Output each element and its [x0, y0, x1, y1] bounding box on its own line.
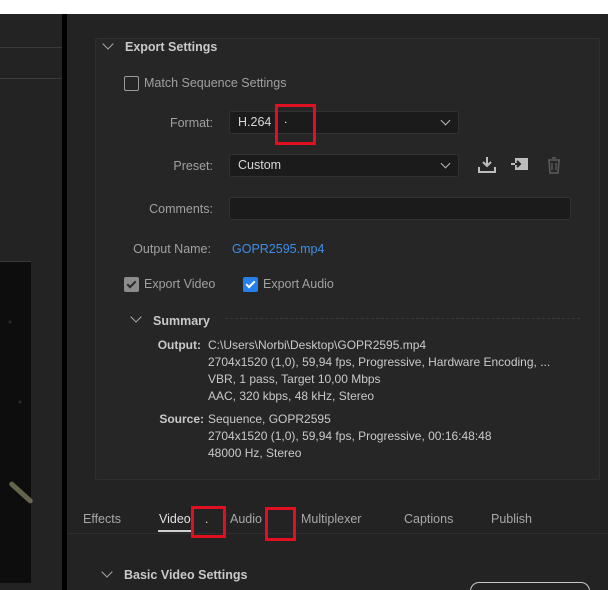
left-divider-line	[0, 78, 62, 79]
preset-label: Preset:	[173, 159, 213, 173]
summary-output-line: AAC, 320 kbps, 48 kHz, Stereo	[208, 389, 375, 403]
chevron-down-icon	[440, 158, 451, 169]
checkmark-icon	[245, 278, 256, 289]
export-audio-checkbox[interactable]	[243, 277, 258, 292]
format-label: Format:	[169, 116, 213, 130]
summary-separator	[225, 318, 580, 319]
video-tab-marker: .	[205, 512, 209, 526]
tab-multiplexer[interactable]: Multiplexer	[301, 512, 361, 526]
trash-icon[interactable]	[543, 155, 565, 175]
summary-output-line: VBR, 1 pass, Target 10,00 Mbps	[208, 372, 381, 386]
summary-title: Summary	[153, 314, 210, 328]
import-icon[interactable]	[509, 155, 531, 175]
export-settings-title: Export Settings	[125, 40, 218, 54]
export-video-label: Export Video	[144, 277, 216, 291]
summary-source-label: Source:	[159, 412, 204, 426]
format-select[interactable]: H.264	[229, 111, 459, 134]
match-source-button[interactable]	[470, 582, 590, 590]
video-tab-highlight-box	[191, 506, 226, 538]
tab-publish[interactable]: Publish	[491, 512, 532, 526]
output-name-link[interactable]: GOPR2595.mp4	[232, 242, 324, 256]
summary-source-line: 48000 Hz, Stereo	[208, 446, 302, 460]
basic-video-settings-title: Basic Video Settings	[124, 568, 248, 582]
tab-captions[interactable]: Captions	[404, 512, 453, 526]
summary-output-line: 2704x1520 (1,0), 59,94 fps, Progressive,…	[208, 355, 551, 369]
format-marker: .	[284, 112, 288, 126]
download-icon[interactable]	[476, 155, 498, 175]
preset-value: Custom	[238, 158, 282, 172]
tab-effects[interactable]: Effects	[83, 512, 121, 526]
export-video-checkbox[interactable]	[124, 277, 139, 292]
comments-input[interactable]	[229, 197, 571, 220]
summary-source-line: Sequence, GOPR2595	[208, 412, 331, 426]
summary-output-label: Output:	[157, 338, 201, 352]
left-divider-line	[0, 47, 62, 48]
checkmark-icon	[126, 278, 137, 289]
summary-source-line: 2704x1520 (1,0), 59,94 fps, Progressive,…	[208, 429, 492, 443]
format-value: H.264	[238, 115, 272, 129]
active-tab-indicator	[158, 530, 191, 532]
format-highlight-box	[275, 104, 316, 145]
export-audio-label: Export Audio	[263, 277, 334, 291]
match-sequence-label: Match Sequence Settings	[144, 76, 287, 90]
match-sequence-checkbox[interactable]	[124, 76, 139, 91]
tab-audio[interactable]: Audio	[230, 512, 262, 526]
preset-select[interactable]: Custom	[229, 154, 459, 177]
tab-video[interactable]: Video	[159, 512, 191, 526]
output-name-label: Output Name:	[133, 242, 211, 256]
summary-output-line: C:\Users\Norbi\Desktop\GOPR2595.mp4	[208, 338, 427, 352]
audio-tab-highlight-box	[265, 507, 296, 541]
chevron-down-icon	[440, 115, 451, 126]
top-strip	[0, 0, 608, 14]
comments-label: Comments:	[149, 202, 213, 216]
video-preview	[0, 261, 31, 583]
